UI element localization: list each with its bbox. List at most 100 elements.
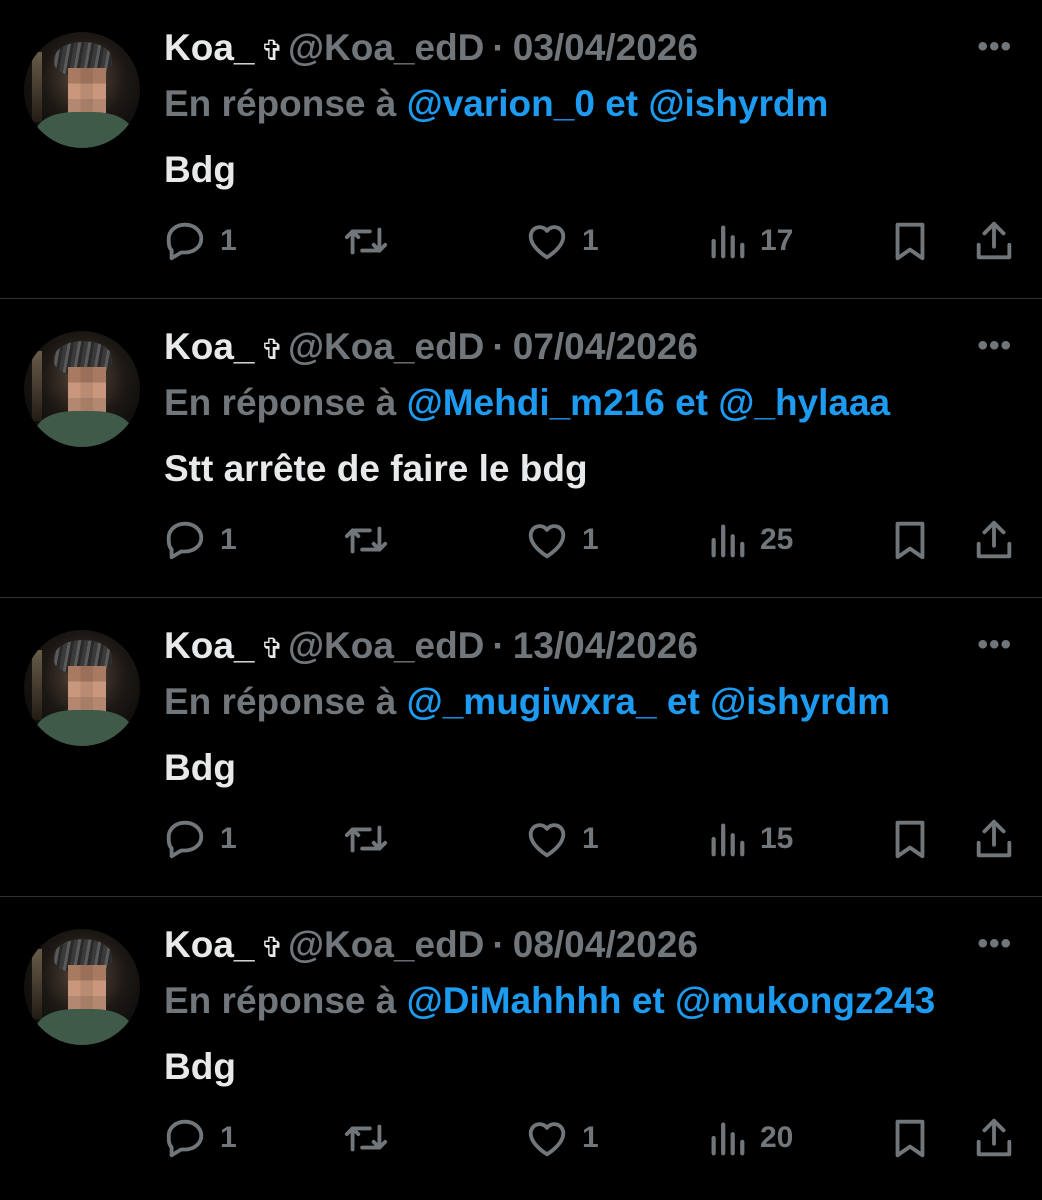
avatar-background-light xyxy=(32,949,42,1019)
more-horizontal-icon[interactable]: ••• xyxy=(977,927,1012,961)
retweet-button[interactable] xyxy=(340,517,392,563)
tweet-text: Bdg xyxy=(164,747,236,788)
handle[interactable]: @Koa_edD xyxy=(288,27,484,68)
bookmark-button[interactable] xyxy=(888,816,932,862)
heart-icon xyxy=(528,524,566,559)
heart-icon xyxy=(528,1122,566,1157)
bookmark-button[interactable] xyxy=(888,1115,932,1161)
share-upload-icon xyxy=(976,819,1012,858)
display-name[interactable]: Koa_ xyxy=(164,625,254,666)
avatar-pixelated-face xyxy=(68,965,106,1011)
bar-chart-icon xyxy=(711,823,745,857)
bookmark-icon xyxy=(895,820,925,859)
bookmark-button[interactable] xyxy=(888,517,932,563)
views-button[interactable]: 15 xyxy=(706,816,793,862)
display-name[interactable]: Koa_ xyxy=(164,924,254,965)
avatar[interactable] xyxy=(24,32,140,148)
handle[interactable]: @Koa_edD xyxy=(288,625,484,666)
share-button[interactable] xyxy=(972,816,1016,862)
avatar-shirt xyxy=(36,1009,132,1045)
views-button[interactable]: 20 xyxy=(706,1115,793,1161)
avatar-shirt xyxy=(36,112,132,148)
retweet-icon xyxy=(344,825,388,853)
tweet[interactable]: Koa_ ✞ @Koa_edD · 03/04/2026 ••• En réponse … xyxy=(0,0,1042,299)
reply-prefix: En réponse à xyxy=(164,980,397,1021)
retweet-button[interactable] xyxy=(340,816,392,862)
reply-mention-2[interactable]: @mukongz243 xyxy=(675,980,935,1021)
reply-mention-2[interactable]: @_hylaaa xyxy=(718,382,890,423)
heart-icon xyxy=(528,225,566,260)
retweet-button[interactable] xyxy=(340,1115,392,1161)
bookmark-icon xyxy=(895,1119,925,1158)
speech-bubble-icon xyxy=(166,1119,204,1158)
views-count: 17 xyxy=(760,224,794,257)
more-horizontal-icon[interactable]: ••• xyxy=(977,329,1012,363)
retweet-icon xyxy=(344,526,388,554)
like-button[interactable]: 1 xyxy=(524,1115,599,1161)
reply-mention-2[interactable]: @ishyrdm xyxy=(710,681,890,722)
bar-chart-icon xyxy=(711,225,745,259)
more-horizontal-icon[interactable]: ••• xyxy=(977,628,1012,662)
display-name[interactable]: Koa_ xyxy=(164,27,254,68)
retweet-icon xyxy=(344,227,388,255)
more-horizontal-icon[interactable]: ••• xyxy=(977,30,1012,64)
reply-button[interactable]: 1 xyxy=(162,517,237,563)
bookmark-icon xyxy=(895,521,925,560)
like-button[interactable]: 1 xyxy=(524,517,599,563)
tweet[interactable]: Koa_ ✞ @Koa_edD · 07/04/2026 ••• En réponse … xyxy=(0,299,1042,598)
cross-badge-icon: ✞ xyxy=(260,932,284,963)
avatar[interactable] xyxy=(24,630,140,746)
reply-button[interactable]: 1 xyxy=(162,816,237,862)
avatar[interactable] xyxy=(24,929,140,1045)
views-count: 25 xyxy=(760,523,794,556)
like-button[interactable]: 1 xyxy=(524,816,599,862)
action-bar: 1 1 15 xyxy=(162,816,1022,862)
tweet-date[interactable]: 03/04/2026 xyxy=(513,27,698,68)
reply-mention-1[interactable]: @Mehdi_m216 xyxy=(407,382,665,423)
bookmark-icon xyxy=(895,222,925,261)
views-button[interactable]: 17 xyxy=(706,218,793,264)
bookmark-button[interactable] xyxy=(888,218,932,264)
tweet-header: Koa_ ✞ @Koa_edD · 03/04/2026 xyxy=(164,26,698,73)
share-button[interactable] xyxy=(972,1115,1016,1161)
avatar-pixelated-face xyxy=(68,666,106,712)
reply-button[interactable]: 1 xyxy=(162,1115,237,1161)
heart-icon xyxy=(528,823,566,858)
like-button[interactable]: 1 xyxy=(524,218,599,264)
avatar-shirt xyxy=(36,710,132,746)
cross-badge-icon: ✞ xyxy=(260,35,284,66)
separator-dot: · xyxy=(492,924,505,965)
reply-count: 1 xyxy=(220,224,237,257)
reply-count: 1 xyxy=(220,523,237,556)
reply-mention-1[interactable]: @varion_0 xyxy=(407,83,595,124)
handle[interactable]: @Koa_edD xyxy=(288,326,484,367)
tweet-date[interactable]: 07/04/2026 xyxy=(513,326,698,367)
reply-mention-2[interactable]: @ishyrdm xyxy=(648,83,828,124)
reply-context: En réponse à @_mugiwxra_ et @ishyrdm xyxy=(164,680,890,724)
tweet[interactable]: Koa_ ✞ @Koa_edD · 08/04/2026 ••• En réponse … xyxy=(0,897,1042,1200)
bar-chart-icon xyxy=(711,524,745,558)
reply-feed: Koa_ ✞ @Koa_edD · 03/04/2026 ••• En réponse … xyxy=(0,0,1042,1200)
reply-mention-1[interactable]: @_mugiwxra_ xyxy=(407,681,657,722)
tweet-date[interactable]: 13/04/2026 xyxy=(513,625,698,666)
display-name[interactable]: Koa_ xyxy=(164,326,254,367)
like-count: 1 xyxy=(582,1121,599,1154)
tweet[interactable]: Koa_ ✞ @Koa_edD · 13/04/2026 ••• En réponse … xyxy=(0,598,1042,897)
like-count: 1 xyxy=(582,224,599,257)
reply-and: et xyxy=(605,83,639,124)
views-button[interactable]: 25 xyxy=(706,517,793,563)
handle[interactable]: @Koa_edD xyxy=(288,924,484,965)
reply-mention-1[interactable]: @DiMahhhh xyxy=(407,980,622,1021)
reply-button[interactable]: 1 xyxy=(162,218,237,264)
avatar[interactable] xyxy=(24,331,140,447)
tweet-header: Koa_ ✞ @Koa_edD · 08/04/2026 xyxy=(164,923,698,970)
share-button[interactable] xyxy=(972,517,1016,563)
speech-bubble-icon xyxy=(166,222,204,261)
share-upload-icon xyxy=(976,1118,1012,1157)
tweet-date[interactable]: 08/04/2026 xyxy=(513,924,698,965)
retweet-button[interactable] xyxy=(340,218,392,264)
cross-badge-icon: ✞ xyxy=(260,334,284,365)
separator-dot: · xyxy=(492,326,505,367)
share-button[interactable] xyxy=(972,218,1016,264)
reply-context: En réponse à @DiMahhhh et @mukongz243 xyxy=(164,979,935,1023)
